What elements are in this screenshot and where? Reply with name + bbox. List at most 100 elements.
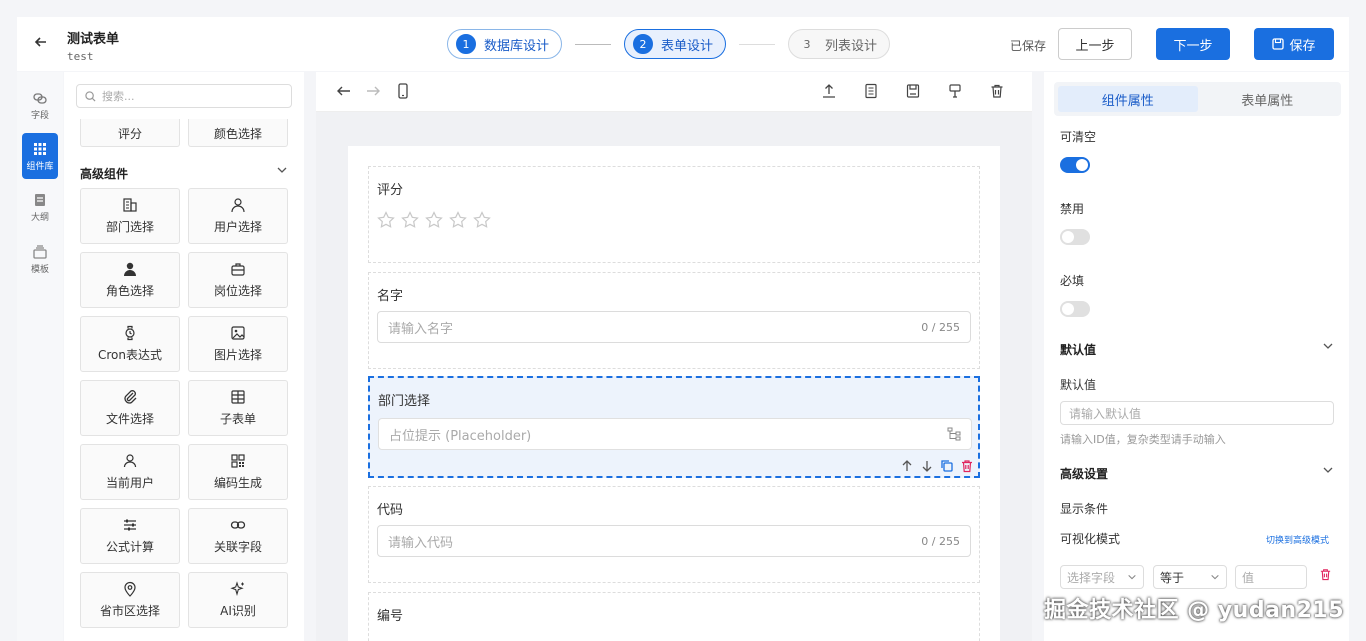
component-search[interactable] <box>76 84 292 108</box>
star-icon[interactable] <box>425 211 443 229</box>
sliders-icon <box>124 519 136 531</box>
clear-format-icon[interactable] <box>947 83 963 102</box>
department-select-input[interactable]: 占位提示 (Placeholder) <box>378 418 972 450</box>
person-icon <box>123 454 137 468</box>
app-header: 测试表单 test 1 数据库设计 2 表单设计 3 列表设计 已保存 上一步 … <box>17 17 1349 71</box>
building-icon <box>123 198 137 212</box>
delete-condition-icon[interactable] <box>1319 568 1332 584</box>
component-card-relation[interactable]: 关联字段 <box>188 508 288 564</box>
component-card-formula[interactable]: 公式计算 <box>80 508 180 564</box>
export-icon[interactable] <box>821 83 837 102</box>
step-list-design[interactable]: 3 列表设计 <box>788 29 891 59</box>
prev-step-button[interactable]: 上一步 <box>1058 28 1132 60</box>
star-icon[interactable] <box>401 211 419 229</box>
save-icon <box>1272 38 1285 50</box>
step-database-design[interactable]: 1 数据库设计 <box>447 29 563 59</box>
next-step-button[interactable]: 下一步 <box>1156 28 1230 60</box>
save-template-icon[interactable] <box>905 83 921 102</box>
component-card-file[interactable]: 文件选择 <box>80 380 180 436</box>
component-card-position[interactable]: 岗位选择 <box>188 252 288 308</box>
component-card-region[interactable]: 省市区选择 <box>80 572 180 628</box>
form-field-name[interactable]: 名字 请输入名字 0 / 255 <box>368 272 980 369</box>
default-section-title: 默认值 <box>1060 343 1097 357</box>
rail-item-outline[interactable]: 大纲 <box>22 184 58 230</box>
disabled-label: 禁用 <box>1060 202 1085 216</box>
visual-mode-label: 可视化模式 <box>1060 532 1121 546</box>
code-input[interactable]: 请输入代码 0 / 255 <box>377 525 971 557</box>
component-card-role[interactable]: 角色选择 <box>80 252 180 308</box>
tab-component-props[interactable]: 组件属性 <box>1058 86 1198 112</box>
search-input[interactable] <box>102 89 282 103</box>
component-card-ai[interactable]: AI识别 <box>188 572 288 628</box>
move-down-icon[interactable] <box>920 459 934 473</box>
component-card-color[interactable]: 颜色选择 <box>188 119 288 147</box>
rail-item-templates[interactable]: 模板 <box>22 236 58 282</box>
back-arrow-icon[interactable] <box>34 34 48 53</box>
tab-form-props[interactable]: 表单属性 <box>1198 86 1338 112</box>
star-icon[interactable] <box>449 211 467 229</box>
clearable-toggle[interactable] <box>1060 157 1090 173</box>
copy-icon[interactable] <box>940 459 954 473</box>
component-card-code-gen[interactable]: 编码生成 <box>188 444 288 500</box>
name-input[interactable]: 请输入名字 0 / 255 <box>377 311 971 343</box>
chevron-down-icon[interactable] <box>276 164 288 179</box>
display-condition-label: 显示条件 <box>1060 502 1109 516</box>
component-card-subform[interactable]: 子表单 <box>188 380 288 436</box>
default-value-label: 默认值 <box>1060 378 1097 392</box>
delete-icon[interactable] <box>960 459 974 473</box>
table-icon <box>231 390 245 404</box>
default-value-hint: 请输入ID值，复杂类型请手动输入 <box>1060 433 1226 446</box>
org-tree-icon <box>947 427 961 441</box>
condition-value-input[interactable]: 值 <box>1235 565 1307 589</box>
component-card-cron[interactable]: Cron表达式 <box>80 316 180 372</box>
briefcase-icon <box>231 263 245 276</box>
redo-icon[interactable] <box>365 83 381 102</box>
property-panel: 组件属性 表单属性 可清空 禁用 必填 默认值 默认值 请输入默认值 请输入ID… <box>1044 72 1349 641</box>
required-toggle[interactable] <box>1060 301 1090 317</box>
condition-operator-select[interactable]: 等于 <box>1153 565 1227 589</box>
form-title: 测试表单 <box>67 32 120 47</box>
outline-icon <box>35 193 45 206</box>
form-field-department-selected[interactable]: 部门选择 占位提示 (Placeholder) <box>368 376 980 478</box>
rail-item-fields[interactable]: 字段 <box>22 82 58 128</box>
chevron-down-icon[interactable] <box>1322 340 1334 355</box>
link-icon <box>33 92 47 104</box>
switch-advanced-mode-link[interactable]: 切换到高级模式 <box>1266 533 1329 546</box>
field-actions <box>900 459 974 473</box>
step-indicator: 1 数据库设计 2 表单设计 3 列表设计 <box>447 29 891 59</box>
component-card-current-user[interactable]: 当前用户 <box>80 444 180 500</box>
form-field-code[interactable]: 代码 请输入代码 0 / 255 <box>368 486 980 583</box>
step-form-design[interactable]: 2 表单设计 <box>624 29 727 59</box>
component-card-user[interactable]: 用户选择 <box>188 188 288 244</box>
move-up-icon[interactable] <box>900 459 914 473</box>
json-view-icon[interactable] <box>863 83 879 102</box>
chevron-down-icon[interactable] <box>1322 464 1334 479</box>
default-value-input[interactable]: 请输入默认值 <box>1060 401 1334 425</box>
chevron-down-icon <box>1211 574 1219 580</box>
required-label: 必填 <box>1060 274 1085 288</box>
undo-icon[interactable] <box>336 83 352 102</box>
trash-icon[interactable] <box>989 83 1005 102</box>
component-card-department[interactable]: 部门选择 <box>80 188 180 244</box>
component-panel: 评分 颜色选择 高级组件 部门选择 用户选择 角色选择 岗位选择 Cron表达式… <box>64 72 304 641</box>
condition-field-select[interactable]: 选择字段 <box>1060 565 1144 589</box>
form-field-number[interactable]: 编号 <box>368 592 980 641</box>
chevron-down-icon <box>1128 574 1136 580</box>
mobile-preview-icon[interactable] <box>396 83 410 102</box>
watch-icon <box>125 325 135 341</box>
disabled-toggle[interactable] <box>1060 229 1090 245</box>
template-icon <box>33 244 47 259</box>
chain-icon <box>230 521 246 529</box>
form-field-rating[interactable]: 评分 <box>368 166 980 263</box>
component-card-image[interactable]: 图片选择 <box>188 316 288 372</box>
component-card-rating[interactable]: 评分 <box>80 119 180 147</box>
rail-item-components[interactable]: 组件库 <box>22 133 58 179</box>
save-button[interactable]: 保存 <box>1254 28 1334 60</box>
star-icon[interactable] <box>473 211 491 229</box>
role-icon <box>124 262 136 276</box>
form-subtitle: test <box>67 50 94 63</box>
star-icon[interactable] <box>377 211 395 229</box>
canvas-toolbar <box>316 72 1032 112</box>
rating-stars[interactable] <box>377 211 491 229</box>
form-sheet: 评分 名字 请输入名字 0 / 255 部门选择 占位提示 (Placehold… <box>348 146 1000 641</box>
